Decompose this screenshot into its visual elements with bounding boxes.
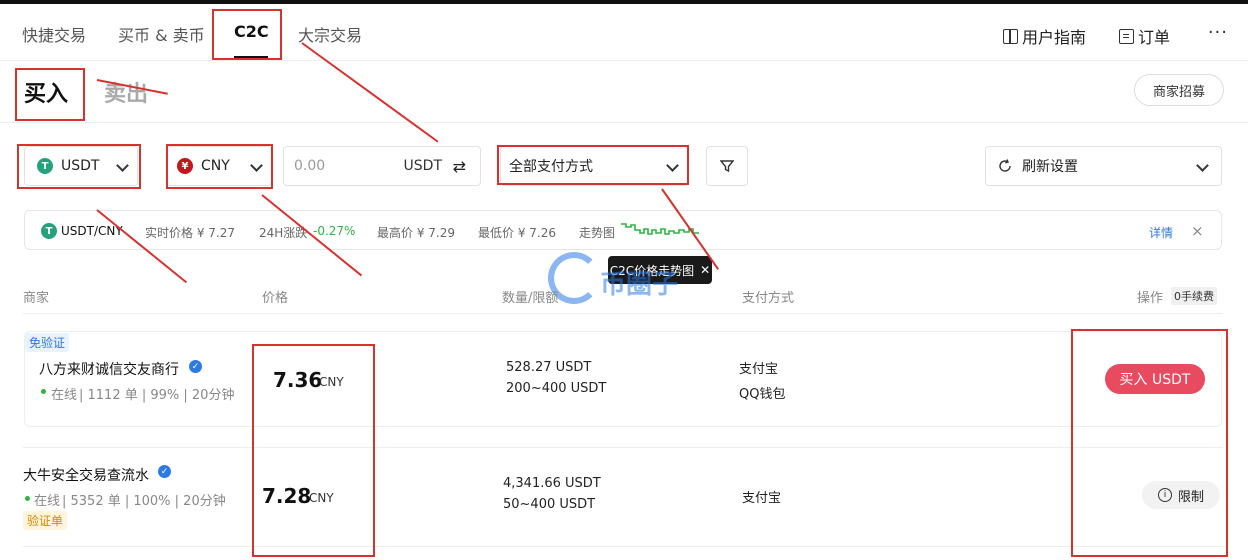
close-icon[interactable]: ×: [1191, 222, 1204, 240]
available-amount: 528.27 USDT: [506, 360, 592, 375]
annotation-box: [497, 145, 689, 185]
order-limit: 200~400 USDT: [506, 381, 607, 396]
refresh-settings-select[interactable]: 刷新设置: [985, 146, 1222, 186]
orders-link[interactable]: 订单: [1119, 24, 1170, 48]
merchant-recruit-button[interactable]: 商家招募: [1134, 74, 1224, 106]
ticker-trend-label: 走势图: [579, 226, 616, 240]
refresh-icon: [999, 159, 1011, 172]
annotation-box: [17, 144, 141, 189]
col-merchant: 商家: [23, 291, 50, 306]
user-guide-link[interactable]: 用户指南: [1003, 24, 1086, 48]
merchant-name[interactable]: 八方来财诚信交友商行: [39, 359, 179, 379]
zero-fee-badge: 0手续费: [1171, 287, 1217, 305]
amount-field[interactable]: 0.00 USDT ⇄: [283, 146, 481, 186]
online-dot-icon: [41, 389, 46, 394]
section-divider: [0, 122, 1248, 123]
nav-divider: [0, 60, 1248, 61]
no-verify-badge: 免验证: [25, 333, 70, 352]
watermark-text: 币圈子: [600, 270, 679, 300]
ticker-detail-link[interactable]: 详情: [1149, 224, 1173, 241]
ticker-pair: USDT/CNY: [61, 224, 123, 238]
filter-icon: [720, 160, 734, 173]
tab-block-trade[interactable]: 大宗交易: [298, 22, 362, 46]
chevron-down-icon: [1196, 159, 1209, 172]
payment-method: 支付宝: [742, 491, 782, 506]
annotation-box: [166, 144, 273, 189]
ticker-change-value: -0.27%: [313, 224, 356, 238]
price-ticker: T USDT/CNY 实时价格 ¥ 7.27 24H涨跌 -0.27% 最高价 …: [24, 210, 1222, 250]
available-amount: 4,341.66 USDT: [503, 476, 601, 491]
verified-icon: ✓: [189, 360, 202, 373]
amount-unit: USDT: [403, 158, 442, 174]
order-icon: [1119, 28, 1134, 44]
verified-icon: ✓: [158, 465, 171, 478]
tab-quick-trade[interactable]: 快捷交易: [22, 22, 86, 46]
merchant-name[interactable]: 大牛安全交易查流水: [23, 465, 149, 485]
col-amount: 数量/限额: [502, 291, 559, 306]
col-price: 价格: [262, 291, 289, 306]
table-row: [24, 331, 1222, 427]
ticker-low: 最低价 ¥ 7.26: [478, 226, 556, 240]
swap-icon[interactable]: ⇄: [453, 157, 466, 176]
merchant-status: 在线: [51, 388, 78, 403]
refresh-settings-label: 刷新设置: [1022, 159, 1078, 175]
top-edge: [0, 0, 1248, 4]
header-divider: [23, 313, 1223, 314]
orders-label: 订单: [1138, 28, 1171, 47]
ticker-price: 实时价格 ¥ 7.27: [145, 226, 235, 240]
filter-button[interactable]: [706, 146, 748, 186]
verify-order-badge: 验证单: [23, 511, 68, 530]
amount-placeholder: 0.00: [294, 158, 326, 174]
row-divider: [23, 447, 1223, 448]
annotation-box: [1071, 329, 1228, 557]
row-divider: [23, 546, 1223, 547]
more-icon[interactable]: ···: [1208, 22, 1228, 43]
annotation-box: [15, 68, 85, 121]
close-icon[interactable]: ✕: [700, 263, 710, 277]
order-limit: 50~400 USDT: [503, 497, 596, 512]
online-dot-icon: [25, 496, 30, 501]
payment-method: QQ钱包: [739, 387, 786, 402]
merchant-stats: | 5352 单 | 100% | 20分钟: [62, 494, 226, 509]
annotation-arrow: [301, 42, 439, 143]
annotation-box: [212, 9, 282, 60]
merchant-stats: | 1112 单 | 99% | 20分钟: [79, 388, 235, 403]
user-guide-label: 用户指南: [1022, 28, 1087, 47]
book-icon: [1003, 28, 1018, 44]
annotation-box: [252, 344, 375, 557]
merchant-status: 在线: [34, 494, 61, 509]
usdt-icon: T: [41, 223, 57, 239]
ticker-high: 最高价 ¥ 7.29: [377, 226, 455, 240]
payment-method: 支付宝: [739, 362, 779, 377]
col-action: 操作: [1137, 291, 1164, 306]
tab-buy-sell[interactable]: 买币 & 卖币: [118, 22, 205, 46]
col-payment: 支付方式: [742, 291, 795, 306]
